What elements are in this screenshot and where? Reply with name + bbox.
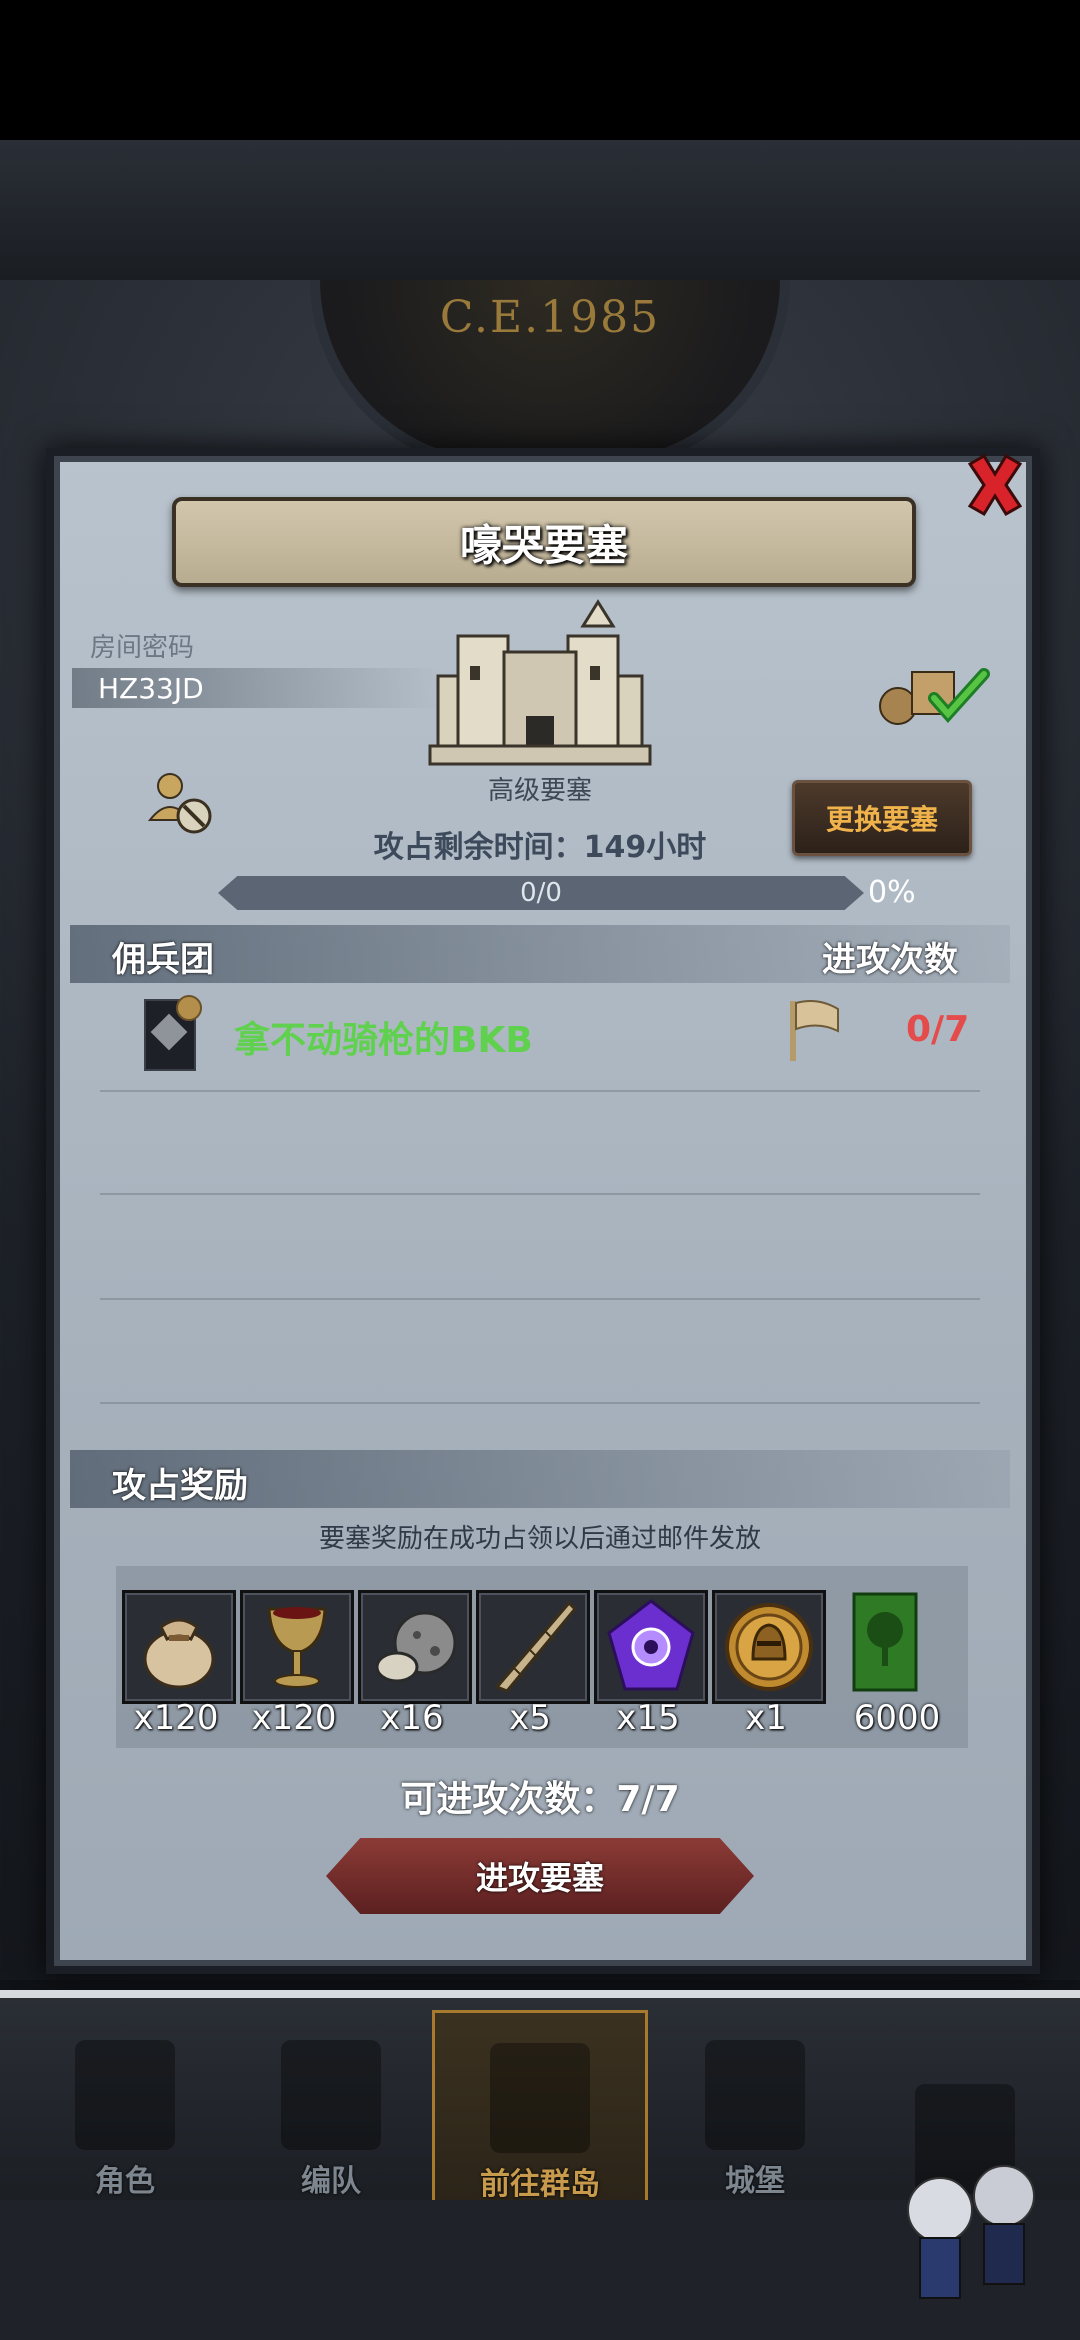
close-icon <box>967 453 1023 517</box>
room-code-label: 房间密码 <box>90 633 195 663</box>
ore-icon <box>375 1611 457 1683</box>
formation-icon <box>281 2040 381 2150</box>
reward-qty: x5 <box>509 1698 551 1738</box>
helmet-coin-icon <box>725 1603 813 1691</box>
row-divider <box>100 1402 980 1404</box>
nav-character[interactable]: 角色 <box>20 2010 230 2200</box>
attack-count-header: 进攻次数 <box>822 940 958 980</box>
guild-emblem-icon <box>144 995 202 1071</box>
room-code-value: HZ33JD <box>98 672 204 705</box>
modal-title: 嚎哭要塞 <box>459 520 628 570</box>
reward-qty: x120 <box>133 1698 219 1738</box>
mercenary-row[interactable]: 拿不动骑枪的BKB 0/7 <box>100 995 980 1081</box>
mercenary-header: 佣兵团 <box>112 940 214 980</box>
nav-label: 编队 <box>301 2164 361 2199</box>
reward-qty: x16 <box>380 1698 444 1738</box>
attack-fortress-label: 进攻要塞 <box>475 1859 604 1897</box>
nav-islands[interactable]: 前往群岛 <box>432 2010 648 2206</box>
nav-castle[interactable]: 城堡 <box>650 2010 860 2200</box>
mercenary-attack-count: 0/7 <box>906 1009 970 1050</box>
modal-title-plate: 嚎哭要塞 <box>172 497 916 587</box>
header-strip <box>0 140 1080 280</box>
close-button[interactable] <box>958 448 1032 522</box>
castle-icon <box>428 599 652 766</box>
reward-note: 要塞奖励在成功占领以后通过邮件发放 <box>318 1524 761 1554</box>
nav-label: 角色 <box>95 2164 155 2199</box>
reward-item[interactable] <box>712 1590 826 1704</box>
remaining-time: 攻占剩余时间：149小时 <box>373 830 707 865</box>
nav-label: 前往群岛 <box>480 2167 600 2202</box>
attack-attempts: 可进攻次数：7/7 <box>400 1779 680 1820</box>
reward-qty: x15 <box>616 1698 680 1738</box>
character-icon <box>75 2040 175 2150</box>
reward-item[interactable] <box>594 1590 708 1704</box>
mercenary-name: 拿不动骑枪的BKB <box>234 1020 533 1061</box>
era-label: C.E.1985 <box>439 292 661 343</box>
top-black-bar <box>0 0 1080 140</box>
reward-header: 攻占奖励 <box>112 1466 248 1506</box>
castle-nav-icon <box>705 2040 805 2150</box>
reward-item[interactable] <box>358 1590 472 1704</box>
purple-gem-icon <box>607 1599 695 1691</box>
capture-progress-percent: 0% <box>868 875 916 910</box>
reward-qty: 6000 <box>853 1698 941 1738</box>
flag-icon <box>790 1000 839 1061</box>
capture-progress-text: 0/0 <box>520 878 562 908</box>
chibi-characters-icon[interactable] <box>880 2140 1070 2330</box>
attack-fortress-button[interactable]: 进攻要塞 <box>326 1838 754 1914</box>
reward-item[interactable] <box>122 1590 236 1704</box>
guild-badge-icon <box>176 995 202 1021</box>
row-divider <box>100 1193 980 1195</box>
row-divider <box>100 1298 980 1300</box>
supply-check-icon[interactable] <box>876 660 996 730</box>
reward-item[interactable] <box>476 1590 590 1704</box>
reward-qty: x1 <box>745 1698 787 1738</box>
fortress-tier-label: 高级要塞 <box>487 776 592 806</box>
islands-icon <box>490 2043 590 2153</box>
nav-label: 城堡 <box>725 2164 785 2199</box>
nav-formation[interactable]: 编队 <box>226 2010 436 2200</box>
horn-icon <box>494 1600 578 1693</box>
reward-qty: x120 <box>251 1698 337 1738</box>
row-divider <box>100 1090 980 1092</box>
goblet-icon <box>267 1607 327 1688</box>
reward-item[interactable] <box>840 1590 930 1698</box>
tree-banner-icon <box>852 1592 918 1692</box>
reward-item[interactable] <box>240 1590 354 1704</box>
sack-icon <box>143 1618 215 1689</box>
